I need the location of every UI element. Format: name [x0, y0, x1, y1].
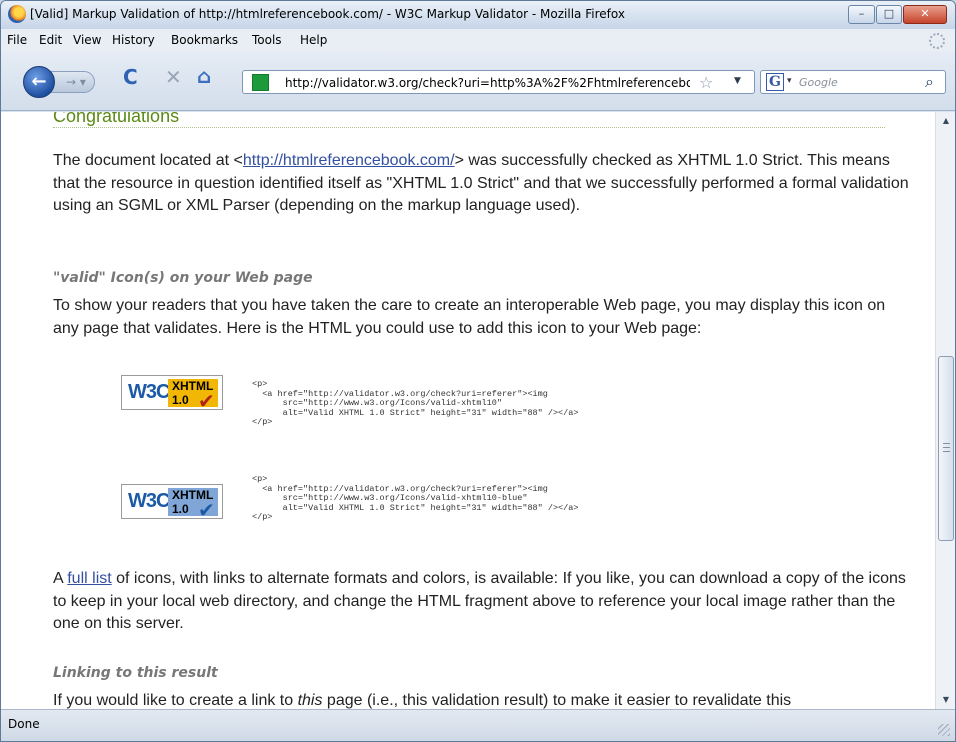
para3-suffix: of icons, with links to alternate format…: [53, 570, 906, 632]
menu-bar: File Edit View History Bookmarks Tools H…: [1, 29, 955, 51]
checked-url-link[interactable]: http://htmlreferencebook.com/: [243, 152, 455, 169]
para4-suffix: page (i.e., this validation result) to m…: [322, 692, 792, 709]
w3c-logo: W3C: [128, 381, 170, 403]
scrollbar-thumb[interactable]: [938, 356, 954, 541]
bookmark-star-icon[interactable]: ☆: [699, 73, 713, 92]
w3c-logo: W3C: [128, 490, 170, 512]
xhtml-version: 1.0: [172, 393, 189, 407]
browser-window: [Valid] Markup Validation of http://html…: [0, 0, 956, 742]
vertical-scrollbar[interactable]: ▲ ▼: [935, 112, 955, 709]
forward-button[interactable]: → ▾: [51, 71, 95, 93]
navigation-toolbar: → ▾ ← C ✕ ⌂ http://validator.w3.org/chec…: [1, 51, 955, 111]
full-list-link[interactable]: full list: [67, 570, 111, 587]
menu-view[interactable]: View: [73, 33, 101, 47]
linking-heading: Linking to this result: [53, 665, 218, 681]
para3-prefix: A: [53, 570, 68, 587]
congratulations-heading: Congratulations: [53, 112, 885, 128]
blue-badge-code-snippet: <p> <a href="http://validator.w3.org/che…: [252, 474, 579, 522]
full-list-paragraph: A full list of icons, with links to alte…: [53, 568, 915, 636]
minimize-button[interactable]: –: [848, 5, 875, 24]
search-icon[interactable]: ⌕: [925, 72, 934, 92]
resize-grip-icon[interactable]: [938, 724, 950, 736]
status-bar: Done: [1, 709, 955, 741]
home-icon[interactable]: ⌂: [197, 64, 211, 88]
menu-bookmarks[interactable]: Bookmarks: [171, 33, 238, 47]
checkmark-icon: ✔: [198, 498, 215, 522]
page-content: Congratulations The document located at …: [1, 112, 935, 709]
status-text: Done: [8, 717, 40, 731]
menu-file[interactable]: File: [7, 33, 27, 47]
xhtml-version: 1.0: [172, 502, 189, 516]
reload-icon[interactable]: C: [123, 65, 138, 89]
menu-edit[interactable]: Edit: [39, 33, 62, 47]
para4-prefix: If you would like to create a link to: [53, 692, 298, 709]
scroll-down-arrow-icon[interactable]: ▼: [936, 691, 955, 709]
valid-icons-paragraph: To show your readers that you have taken…: [53, 297, 886, 337]
para4-emphasis: this: [297, 692, 323, 709]
checkmark-icon: ✔: [198, 389, 215, 413]
engine-dropdown-icon[interactable]: ▾: [787, 76, 792, 86]
firefox-icon: [8, 5, 26, 23]
xhtml-label-box: XHTML 1.0 ✔: [168, 379, 218, 413]
search-box[interactable]: G ▾ Google ⌕: [760, 70, 946, 94]
maximize-button[interactable]: □: [876, 5, 902, 24]
search-input[interactable]: Google: [799, 76, 838, 89]
address-bar[interactable]: http://validator.w3.org/check?uri=http%3…: [242, 70, 755, 94]
valid-xhtml-badge: W3C XHTML 1.0 ✔: [121, 375, 223, 413]
badge-code-snippet: <p> <a href="http://validator.w3.org/che…: [252, 379, 579, 427]
stop-icon[interactable]: ✕: [165, 65, 182, 89]
valid-xhtml-blue-badge: W3C XHTML 1.0 ✔: [121, 484, 223, 522]
google-engine-icon[interactable]: G: [766, 73, 784, 91]
url-field[interactable]: http://validator.w3.org/check?uri=http%3…: [285, 76, 690, 90]
validation-result-paragraph: The document located at <http://htmlrefe…: [53, 150, 915, 218]
menu-history[interactable]: History: [112, 33, 155, 47]
site-favicon-icon: [252, 74, 269, 91]
linking-paragraph: If you would like to create a link to th…: [53, 690, 915, 709]
close-button[interactable]: ✕: [903, 5, 947, 24]
window-title: [Valid] Markup Validation of http://html…: [30, 7, 625, 21]
url-history-dropdown-icon[interactable]: ▼: [734, 76, 741, 86]
valid-icons-heading: "valid" Icon(s) on your Web page: [53, 270, 313, 286]
scrollbar-grip-icon: [943, 443, 950, 452]
xhtml-label-box: XHTML 1.0 ✔: [168, 488, 218, 522]
back-button[interactable]: ←: [23, 66, 55, 98]
scroll-up-arrow-icon[interactable]: ▲: [936, 112, 955, 130]
menu-help[interactable]: Help: [300, 33, 327, 47]
menu-tools[interactable]: Tools: [252, 33, 282, 47]
title-bar: [Valid] Markup Validation of http://html…: [1, 1, 955, 29]
throbber-icon: [929, 33, 945, 49]
para1-prefix: The document located at <: [53, 152, 243, 169]
